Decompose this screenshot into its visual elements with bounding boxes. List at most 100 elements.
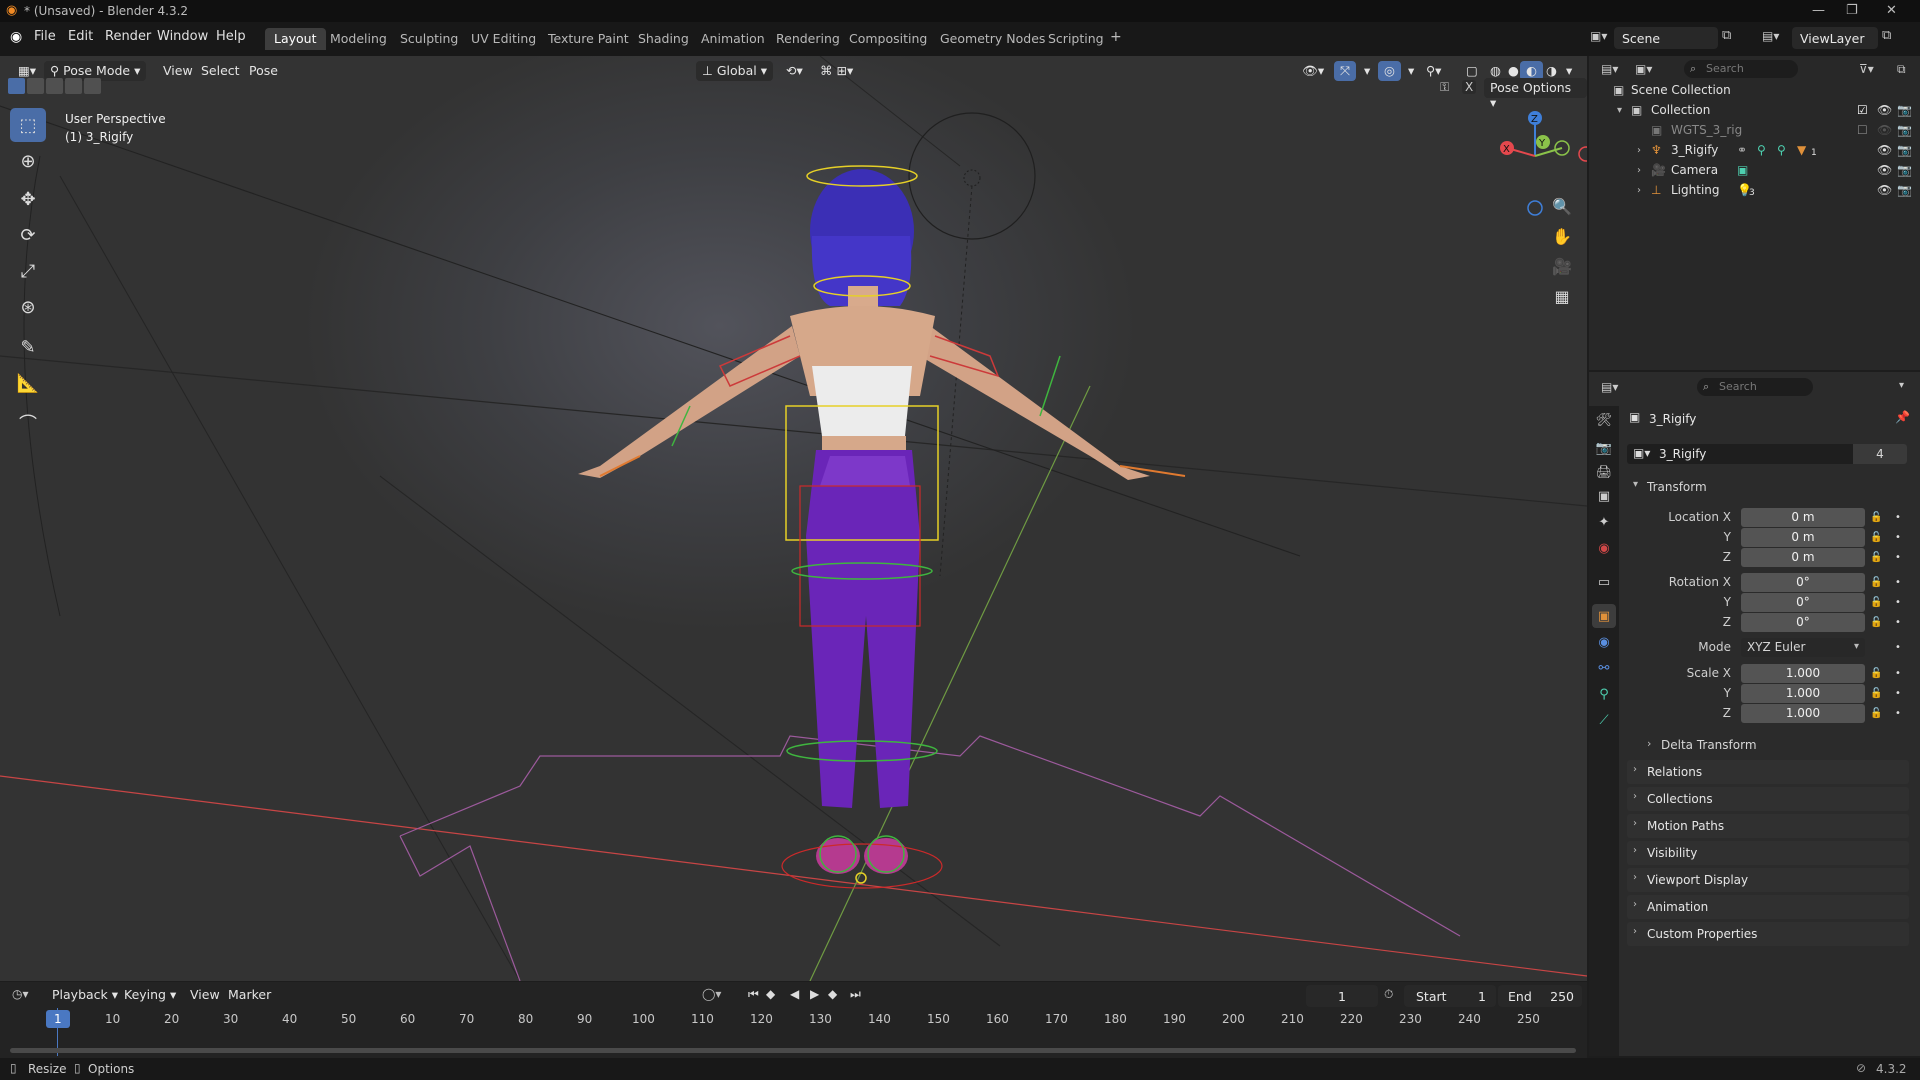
world-tab-icon[interactable]: ◉ — [1592, 536, 1616, 560]
perspective-grid-icon[interactable]: ▦ — [1548, 282, 1576, 310]
outliner-item-3-rigify[interactable]: › ♆ 3_Rigify ⚭ ⚲ ⚲ ▼ 1 👁 📷 — [1589, 140, 1920, 160]
tab-modeling[interactable]: Modeling — [321, 28, 396, 50]
keyframe-dot-icon[interactable]: • — [1895, 512, 1901, 523]
tab-scripting[interactable]: Scripting — [1039, 28, 1113, 50]
scene-icon[interactable]: ▣▾ — [1590, 29, 1607, 43]
tab-compositing[interactable]: Compositing — [840, 28, 936, 50]
menu-pose[interactable]: Pose — [243, 61, 284, 81]
add-workspace-icon[interactable]: + — [1110, 29, 1122, 45]
render-camera-icon[interactable]: 📷 — [1897, 123, 1912, 137]
object-tab-icon[interactable]: ▣ — [1592, 604, 1616, 628]
tab-shading[interactable]: Shading — [629, 28, 698, 50]
lock-icon[interactable]: 🔓 — [1870, 532, 1882, 543]
auto-keying-icon[interactable]: ◯▾ — [702, 987, 721, 1001]
select-new-icon[interactable] — [8, 78, 25, 94]
rotation-z-field[interactable]: 0° — [1741, 613, 1865, 632]
location-y-field[interactable]: 0 m — [1741, 528, 1865, 547]
play-reverse-icon[interactable]: ◀ — [790, 987, 799, 1001]
lock-icon[interactable]: 🔓 — [1870, 617, 1882, 628]
camera-view-icon[interactable]: 🎥 — [1548, 252, 1576, 280]
chevron-down-icon[interactable]: ▾ — [1899, 380, 1904, 391]
timeline-scrollbar[interactable] — [10, 1048, 1576, 1053]
new-scene-icon[interactable]: ⧉ — [1722, 28, 1731, 43]
select-subtract-icon[interactable] — [46, 78, 63, 94]
menu-help[interactable]: Help — [216, 29, 246, 44]
tab-sculpting[interactable]: Sculpting — [391, 28, 467, 50]
scale-tool-icon[interactable]: ⤢ — [10, 254, 46, 288]
move-tool-icon[interactable]: ✥ — [10, 182, 46, 216]
menu-file[interactable]: File — [34, 29, 56, 44]
select-intersect-icon[interactable] — [84, 78, 101, 94]
keyframe-dot-icon[interactable]: • — [1895, 642, 1901, 653]
keyframe-dot-icon[interactable]: • — [1895, 597, 1901, 608]
eye-icon[interactable]: 👁 — [1877, 143, 1892, 157]
render-camera-icon[interactable]: 📷 — [1897, 103, 1912, 117]
lock-icon[interactable]: 🔓 — [1870, 668, 1882, 679]
object-data-tab-icon[interactable]: ⚲ — [1592, 682, 1616, 706]
view-layer-icon[interactable]: ▤▾ — [1762, 29, 1779, 43]
gizmo-dropdown-icon[interactable]: ▾ — [1358, 61, 1376, 81]
snap-icon[interactable]: ⌘ ⊞▾ — [814, 61, 859, 81]
chevron-right-icon[interactable]: › — [1637, 165, 1641, 176]
pose-options-x-icon[interactable]: X — [1462, 80, 1477, 94]
lock-icon[interactable]: 🔓 — [1870, 597, 1882, 608]
delta-transform-subpanel[interactable]: › Delta Transform — [1641, 734, 1909, 756]
scale-x-field[interactable]: 1.000 — [1741, 664, 1865, 683]
overlay-dropdown-icon[interactable]: ▾ — [1402, 61, 1420, 81]
keyframe-dot-icon[interactable]: • — [1895, 552, 1901, 563]
outliner-search[interactable]: ⌕ Search — [1684, 60, 1798, 78]
outliner-item-wgts[interactable]: ▣ WGTS_3_rig ☐ 👁 📷 — [1589, 120, 1920, 140]
properties-search[interactable]: ⌕ Search — [1697, 378, 1813, 396]
view-layer-field[interactable]: ViewLayer — [1792, 27, 1878, 49]
menu-edit[interactable]: Edit — [68, 29, 93, 44]
scene-name-field[interactable]: Scene — [1614, 27, 1718, 49]
scene-tab-icon[interactable]: ✦ — [1592, 510, 1616, 534]
stopwatch-icon[interactable]: ⏱ — [1384, 987, 1393, 1002]
current-frame-field[interactable]: 1 — [1306, 985, 1378, 1007]
panel-motion-paths[interactable]: › Motion Paths — [1627, 814, 1909, 838]
physics-tab-icon[interactable]: ⚯ — [1592, 656, 1616, 680]
view-layer-tab-icon[interactable]: ▣ — [1592, 484, 1616, 508]
tab-texture-paint[interactable]: Texture Paint — [539, 28, 638, 50]
keyframe-dot-icon[interactable]: • — [1895, 532, 1901, 543]
maximize-icon[interactable]: ❐ — [1846, 3, 1858, 18]
filter-icon[interactable]: ⊽▾ — [1859, 62, 1874, 76]
annotate-tool-icon[interactable]: ✎ — [10, 330, 46, 364]
pose-options-icon[interactable]: ⚿ — [1440, 80, 1449, 95]
menu-window[interactable]: Window — [157, 29, 208, 44]
jump-start-icon[interactable]: ⏮ — [748, 987, 759, 1002]
chevron-right-icon[interactable]: › — [1637, 185, 1641, 196]
bone-relax-tool-icon[interactable]: ⌒ — [10, 406, 46, 440]
transform-tool-icon[interactable]: ⊛ — [10, 290, 46, 324]
end-frame-field[interactable]: End 250 — [1498, 985, 1582, 1007]
tool-tab-icon[interactable]: 🛠 — [1592, 408, 1616, 432]
close-icon[interactable]: ✕ — [1886, 3, 1897, 18]
zoom-icon[interactable]: 🔍 — [1548, 192, 1576, 220]
select-invert-icon[interactable] — [65, 78, 82, 94]
rotate-tool-icon[interactable]: ⟳ — [10, 218, 46, 252]
outliner-collection[interactable]: ▾ ▣ Collection ☑ 👁 📷 — [1589, 100, 1920, 120]
location-x-field[interactable]: 0 m — [1741, 508, 1865, 527]
panel-custom-properties[interactable]: › Custom Properties — [1627, 922, 1909, 946]
lock-icon[interactable]: 🔓 — [1870, 708, 1882, 719]
transform-panel-header[interactable]: ▾ Transform — [1627, 476, 1909, 498]
checkbox-icon[interactable]: ☑ — [1857, 103, 1868, 117]
keyframe-dot-icon[interactable]: • — [1895, 617, 1901, 628]
new-collection-icon[interactable]: ⧉ — [1897, 62, 1906, 77]
render-camera-icon[interactable]: 📷 — [1897, 143, 1912, 157]
minimize-icon[interactable]: — — [1812, 3, 1825, 18]
eye-icon[interactable]: 👁 — [1877, 183, 1892, 197]
bone-overlay-icon[interactable]: ⚲▾ — [1420, 61, 1447, 81]
menu-render[interactable]: Render — [105, 29, 151, 44]
keyframe-dot-icon[interactable]: • — [1895, 668, 1901, 679]
location-z-field[interactable]: 0 m — [1741, 548, 1865, 567]
eye-icon[interactable]: 👁 — [1877, 123, 1892, 137]
render-tab-icon[interactable]: 📷 — [1592, 436, 1616, 460]
outliner-editor-icon[interactable]: ▤▾ — [1601, 62, 1618, 76]
gizmo-toggle-icon[interactable]: ⤧ — [1334, 61, 1357, 81]
select-box-tool-icon[interactable]: ⬚ — [10, 108, 46, 142]
modifier-tab-icon[interactable]: ◉ — [1592, 630, 1616, 654]
jump-end-icon[interactable]: ⏭ — [850, 987, 861, 1002]
menu-marker[interactable]: Marker — [222, 985, 277, 1005]
jump-keyframe-forward-icon[interactable]: ◆ — [828, 987, 837, 1001]
